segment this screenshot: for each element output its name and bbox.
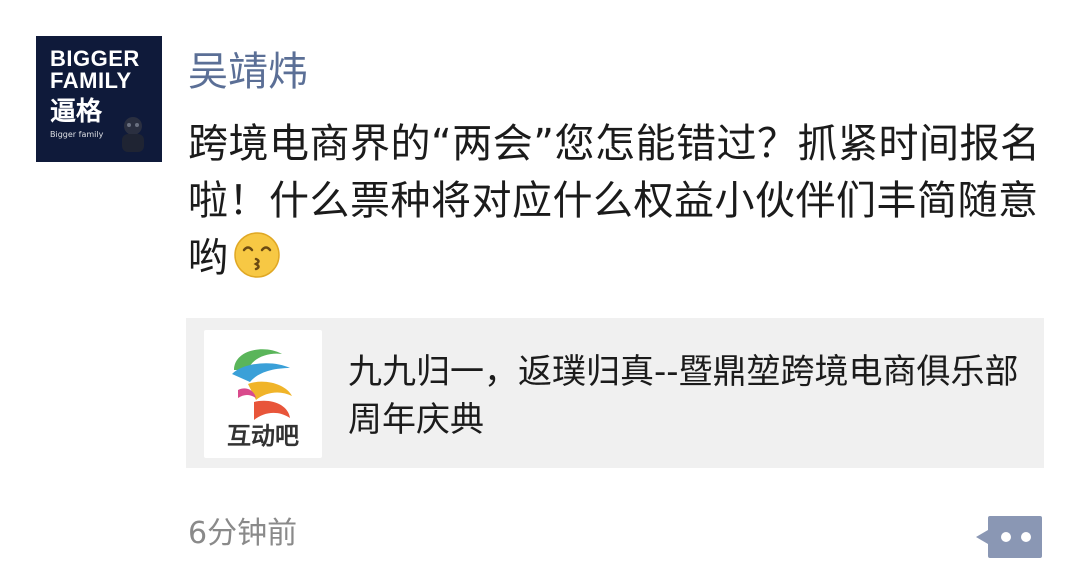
link-thumbnail: 互动吧 [204, 330, 322, 458]
username[interactable]: 吴靖炜 [188, 44, 308, 100]
avatar-text-line2: FAMILY [50, 68, 132, 93]
avatar-text-line1: BIGGER [50, 46, 140, 71]
shared-link-card[interactable]: 互动吧 九九归一，返璞归真--暨鼎堃跨境电商俱乐部周年庆典 [186, 318, 1044, 468]
post-text: 跨境电商界的“两会”您怎能错过？抓紧时间报名啦！什么票种将对应什么权益小伙伴们丰… [188, 121, 1041, 281]
moments-post: BIGGER FAMILY 逼格 Bigger family 吴靖炜 跨境电商界… [0, 0, 1080, 576]
hudongba-logo-icon [232, 349, 292, 420]
avatar[interactable]: BIGGER FAMILY 逼格 Bigger family [36, 36, 162, 162]
mascot-icon [122, 117, 144, 152]
comment-button[interactable] [972, 512, 1044, 562]
post-text-container: 跨境电商界的“两会”您怎能错过？抓紧时间报名啦！什么票种将对应什么权益小伙伴们丰… [188, 116, 1048, 295]
kissing-face-icon [233, 231, 281, 295]
post-timestamp: 6分钟前 [188, 516, 298, 551]
comment-dots-icon [976, 516, 1042, 558]
link-title: 九九归一，返璞归真--暨鼎堃跨境电商俱乐部周年庆典 [348, 352, 1019, 440]
thumbnail-label: 互动吧 [227, 422, 299, 450]
